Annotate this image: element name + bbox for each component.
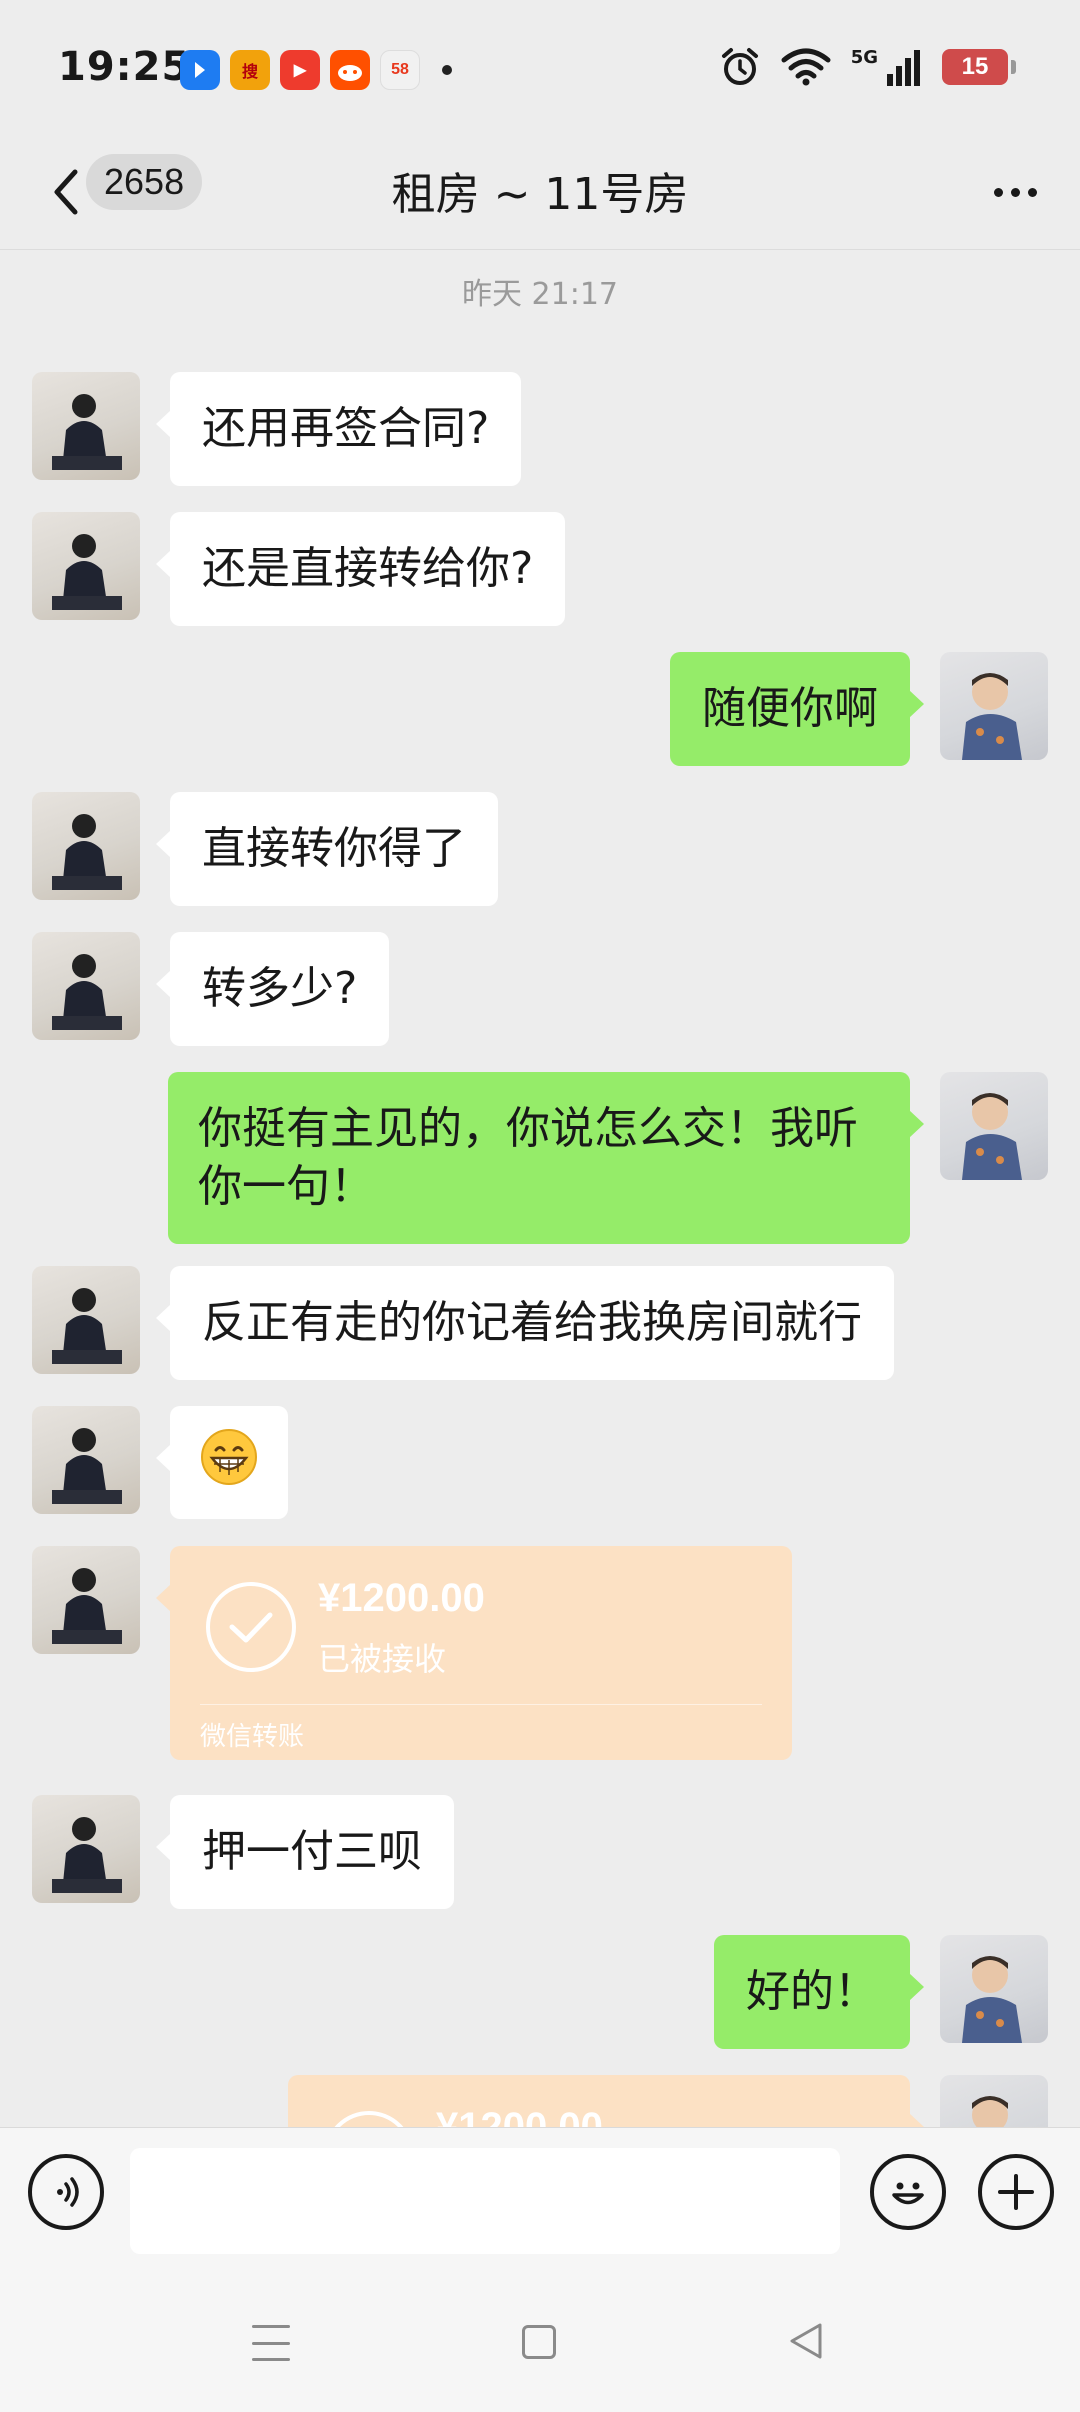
transfer-label: 微信转账: [200, 1722, 305, 1752]
received-message-bubble[interactable]: 反正有走的你记着给我换房间就行: [156, 1266, 894, 1380]
message-list[interactable]: 昨天 21:17 还用再签合同? 还是直接转给你? 随便你啊 直接转你得了 转多…: [0, 251, 1080, 2127]
app-blue-icon: [180, 50, 220, 90]
received-message-bubble[interactable]: 转多少?: [155, 932, 390, 1046]
transfer-accepted-check-icon: [206, 1582, 296, 1672]
message-row: 直接转你得了: [0, 792, 1080, 906]
more-dot-icon: [1010, 187, 1020, 197]
more-dot-icon: [1027, 187, 1037, 197]
status-right: 5G 15: [719, 46, 1016, 88]
chat-title: 租房 ~ 11号房: [391, 169, 689, 220]
contact-avatar[interactable]: [32, 1406, 140, 1514]
transfer-accepted-check-icon: [324, 2111, 414, 2127]
transfer-amount: ¥1200.00: [318, 1576, 485, 1620]
my-avatar[interactable]: [940, 652, 1048, 760]
more-notifications-dot: [442, 65, 452, 75]
chat-header: 2658 租房 ~ 11号房: [0, 140, 1080, 250]
sent-message-bubble[interactable]: 你挺有主见的，你说怎么交！我听你一句！: [168, 1072, 924, 1244]
plus-icon: [998, 2174, 1034, 2210]
message-row: 反正有走的你记着给我换房间就行: [0, 1266, 1080, 1380]
status-time: 19:25: [58, 44, 191, 90]
notification-icons: 搜 ▶ 58: [180, 50, 452, 90]
transfer-amount: ¥1200.00: [436, 2105, 603, 2127]
triangle-back-icon: [790, 2323, 822, 2359]
battery-icon: 15: [942, 49, 1016, 85]
system-back-button[interactable]: [786, 2321, 826, 2361]
received-message-bubble[interactable]: 还用再签合同?: [155, 372, 522, 486]
sent-message-bubble[interactable]: 好的！: [714, 1935, 924, 2049]
recent-apps-button[interactable]: [252, 2325, 290, 2361]
contact-avatar[interactable]: [32, 1795, 140, 1903]
received-message-bubble[interactable]: 直接转你得了: [156, 792, 498, 906]
voice-input-button[interactable]: [28, 2154, 104, 2230]
signal-icon: [887, 50, 920, 86]
my-avatar[interactable]: [940, 1072, 1048, 1180]
message-row: 还用再签合同?: [0, 372, 1080, 486]
transfer-divider: [200, 1704, 762, 1705]
smiley-icon: [892, 2182, 924, 2205]
message-row: ¥1200.00: [0, 2075, 1080, 2127]
home-button[interactable]: [522, 2325, 556, 2359]
menu-line-icon: [252, 2325, 290, 2328]
message-input[interactable]: [130, 2148, 840, 2254]
transfer-card[interactable]: ¥1200.00 已被接收 微信转账: [156, 1546, 792, 1760]
transfer-card[interactable]: ¥1200.00: [288, 2075, 924, 2127]
input-bar: [0, 2127, 1080, 2269]
more-functions-button[interactable]: [978, 2154, 1054, 2230]
menu-line-icon: [252, 2341, 290, 2345]
wifi-icon: [781, 48, 831, 86]
received-message-bubble[interactable]: 还是直接转给你?: [155, 512, 566, 626]
contact-avatar[interactable]: [32, 512, 140, 620]
alarm-icon: [721, 48, 758, 85]
contact-avatar[interactable]: [32, 792, 140, 900]
message-row: 押一付三呗: [0, 1795, 1080, 1909]
taobao-icon: [330, 50, 370, 90]
message-row: [0, 1406, 1080, 1519]
contact-avatar[interactable]: [32, 372, 140, 480]
video-app-icon: ▶: [280, 50, 320, 90]
transfer-status: 已被接收: [318, 1640, 447, 1678]
received-message-bubble[interactable]: 押一付三呗: [156, 1795, 454, 1909]
58-app-icon: 58: [380, 50, 420, 90]
message-timestamp: 昨天 21:17: [462, 277, 618, 312]
status-bar: 19:25 搜 ▶ 58 5G 15: [0, 0, 1080, 140]
my-avatar[interactable]: [940, 2075, 1048, 2127]
emoji-message-bubble[interactable]: [156, 1406, 288, 1519]
message-row: 随便你啊: [0, 652, 1080, 766]
sent-message-bubble[interactable]: 随便你啊: [670, 652, 924, 766]
menu-line-icon: [252, 2358, 290, 2361]
message-row: ¥1200.00 已被接收 微信转账: [0, 1546, 1080, 1760]
message-row: 还是直接转给你?: [0, 512, 1080, 626]
system-navigation-bar: [0, 2269, 1080, 2412]
contact-avatar[interactable]: [32, 1546, 140, 1654]
contact-avatar[interactable]: [32, 932, 140, 1040]
sougou-icon: 搜: [230, 50, 270, 90]
grinning-face-icon: [201, 1429, 257, 1485]
contact-avatar[interactable]: [32, 1266, 140, 1374]
more-dot-icon: [993, 187, 1003, 197]
my-avatar[interactable]: [940, 1935, 1048, 2043]
network-type: 5G: [850, 46, 878, 68]
emoji-button[interactable]: [870, 2154, 946, 2230]
message-row: 好的！: [0, 1935, 1080, 2049]
voice-icon: [57, 2177, 79, 2207]
message-row: 你挺有主见的，你说怎么交！我听你一句！: [0, 1072, 1080, 1244]
more-options-button[interactable]: [980, 162, 1050, 222]
message-row: 转多少?: [0, 932, 1080, 1046]
